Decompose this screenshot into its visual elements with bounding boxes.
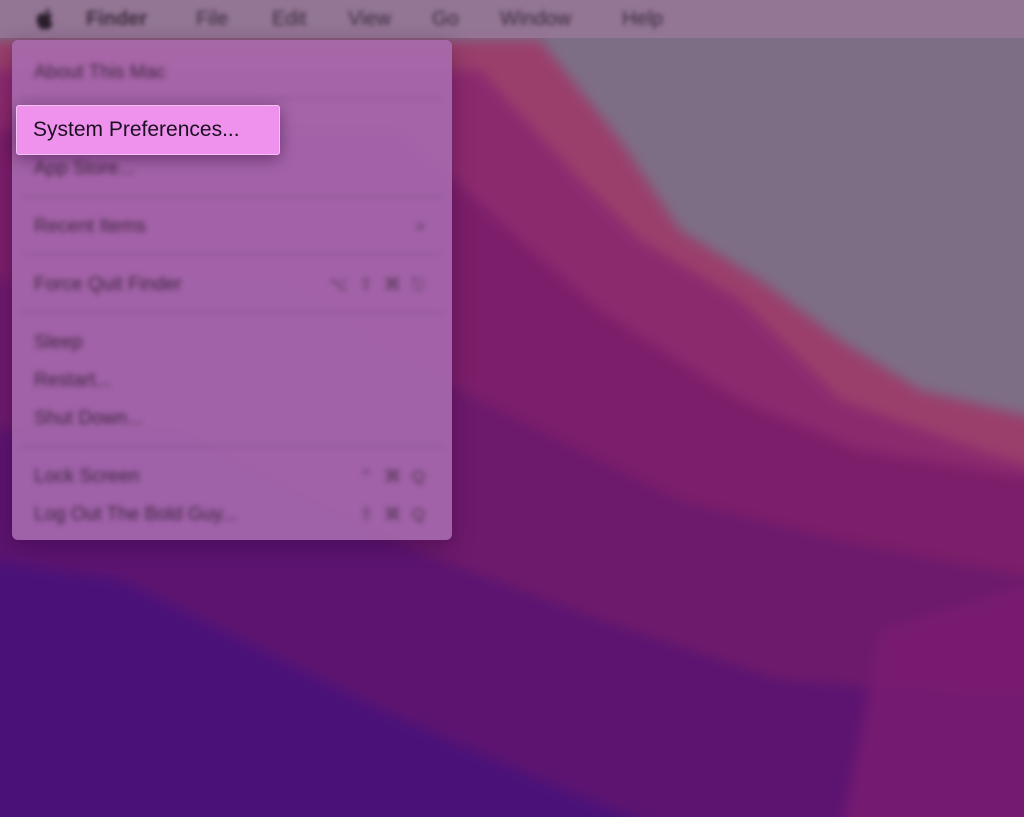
- system-preferences-label: System Preferences...: [33, 118, 240, 141]
- apple-icon[interactable]: [34, 7, 56, 31]
- menu-separator: [22, 312, 442, 313]
- menubar-help[interactable]: Help: [622, 8, 663, 31]
- menubar-go[interactable]: Go: [432, 8, 459, 31]
- menu-item-shut-down[interactable]: Shut Down...: [34, 408, 143, 430]
- log-out-shortcut: ⇧ ⌘ Q: [359, 505, 428, 524]
- menu-separator: [22, 98, 442, 99]
- menu-item-sleep[interactable]: Sleep: [34, 332, 83, 354]
- menu-bar: Finder File Edit View Go Window Help: [0, 0, 1024, 38]
- menu-separator: [22, 254, 442, 255]
- menu-item-lock-screen[interactable]: Lock Screen: [34, 466, 140, 488]
- menubar-file[interactable]: File: [196, 8, 228, 31]
- desktop-screen: Finder File Edit View Go Window Help Abo…: [0, 0, 1024, 817]
- menu-item-recent-items[interactable]: Recent Items: [34, 216, 146, 238]
- menu-separator: [22, 196, 442, 197]
- force-quit-shortcut: ⌥ ⇧ ⌘ ⎋: [328, 275, 428, 294]
- lock-screen-shortcut: ⌃ ⌘ Q: [359, 467, 428, 486]
- menu-item-log-out[interactable]: Log Out The Bold Guy...: [34, 504, 237, 526]
- menubar-edit[interactable]: Edit: [272, 8, 306, 31]
- submenu-chevron-icon: >: [415, 217, 428, 236]
- menubar-view[interactable]: View: [348, 8, 391, 31]
- menubar-finder[interactable]: Finder: [86, 8, 147, 31]
- menu-item-system-preferences[interactable]: System Preferences...: [16, 105, 280, 155]
- menu-item-about[interactable]: About This Mac: [34, 62, 166, 84]
- menu-separator: [22, 446, 442, 447]
- menu-item-force-quit[interactable]: Force Quit Finder: [34, 274, 182, 296]
- menu-item-restart[interactable]: Restart...: [34, 370, 111, 392]
- menu-item-app-store[interactable]: App Store...: [34, 158, 134, 180]
- menubar-window[interactable]: Window: [500, 8, 571, 31]
